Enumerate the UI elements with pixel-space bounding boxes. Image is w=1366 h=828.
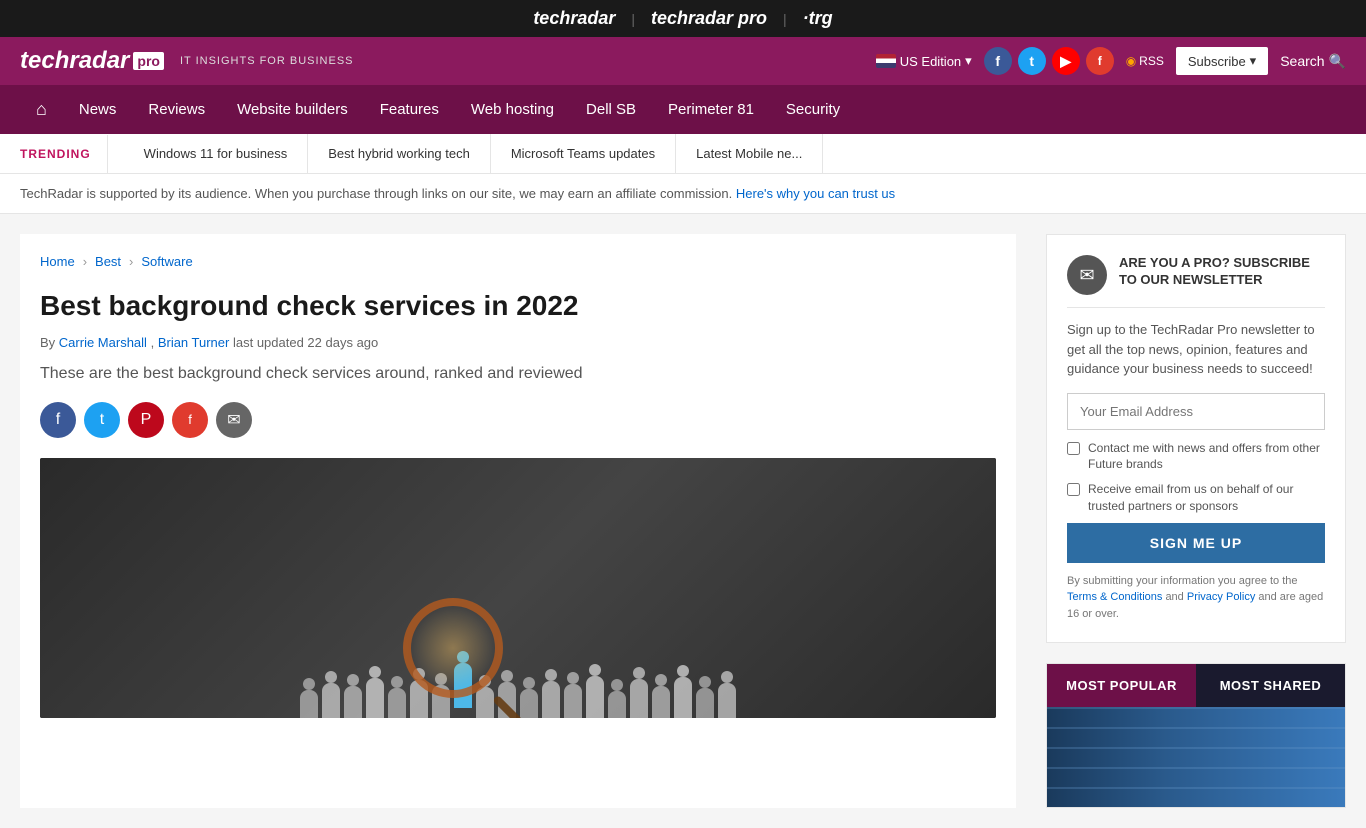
nav-item-features[interactable]: Features — [364, 87, 455, 132]
breadcrumb-best[interactable]: Best — [95, 254, 121, 269]
chevron-down-icon: ▾ — [965, 53, 972, 69]
checkbox-row-2: Receive email from us on behalf of our t… — [1067, 481, 1325, 515]
popular-featured-image — [1047, 707, 1345, 807]
hero-image — [40, 458, 996, 718]
trending-label: TRENDING — [20, 135, 108, 173]
trending-link-2[interactable]: Microsoft Teams updates — [491, 134, 676, 173]
share-pinterest-button[interactable]: P — [128, 402, 164, 438]
breadcrumb-sep-2: › — [129, 254, 133, 269]
main-nav: ⌂ News Reviews Website builders Features… — [0, 85, 1366, 134]
nav-item-security[interactable]: Security — [770, 87, 856, 132]
topbar-logo3[interactable]: ·trg — [803, 8, 833, 29]
rss-icon: ◉ — [1126, 54, 1136, 68]
header-left: techradar pro IT INSIGHTS FOR BUSINESS — [20, 47, 354, 75]
edition-button[interactable]: US Edition ▾ — [876, 53, 972, 69]
sign-up-button[interactable]: SIGN ME UP — [1067, 523, 1325, 563]
breadcrumb-software[interactable]: Software — [141, 254, 192, 269]
nav-item-web-hosting[interactable]: Web hosting — [455, 87, 570, 132]
trending-link-0[interactable]: Windows 11 for business — [124, 134, 309, 173]
nav-item-dell-sb[interactable]: Dell SB — [570, 87, 652, 132]
email-input[interactable] — [1067, 393, 1325, 430]
topbar-divider2: | — [783, 11, 787, 27]
breadcrumb: Home › Best › Software — [40, 254, 996, 269]
privacy-link[interactable]: Privacy Policy — [1187, 591, 1255, 603]
nav-item-reviews[interactable]: Reviews — [132, 87, 221, 132]
checkbox-partners[interactable] — [1067, 483, 1080, 496]
nav-item-website-builders[interactable]: Website builders — [221, 87, 364, 132]
header-right: US Edition ▾ f t ▶ f ◉ RSS Subscribe ▾ S… — [876, 47, 1346, 75]
flag-icon — [876, 54, 896, 68]
affiliate-notice: TechRadar is supported by its audience. … — [0, 174, 1366, 214]
nav-item-news[interactable]: News — [63, 87, 133, 132]
site-header: techradar pro IT INSIGHTS FOR BUSINESS U… — [0, 37, 1366, 85]
search-button[interactable]: Search 🔍 — [1280, 53, 1346, 70]
trending-link-1[interactable]: Best hybrid working tech — [308, 134, 491, 173]
top-bar: techradar | techradar pro | ·trg — [0, 0, 1366, 37]
nav-home[interactable]: ⌂ — [20, 85, 63, 134]
logo-pro: pro — [133, 52, 164, 70]
popular-box: MOST POPULAR MOST SHARED — [1046, 663, 1346, 808]
search-icon: 🔍 — [1329, 53, 1346, 70]
flipboard-icon[interactable]: f — [1086, 47, 1114, 75]
crowd-illustration — [40, 458, 996, 718]
social-share-bar: f t P f ✉ — [40, 402, 996, 438]
trending-link-3[interactable]: Latest Mobile ne... — [676, 134, 823, 173]
breadcrumb-home[interactable]: Home — [40, 254, 75, 269]
logo-text: techradar — [20, 47, 129, 75]
tab-most-popular[interactable]: MOST POPULAR — [1047, 664, 1196, 707]
site-logo[interactable]: techradar pro — [20, 47, 164, 75]
main-layout: Home › Best › Software Best background c… — [0, 214, 1366, 828]
terms-link[interactable]: Terms & Conditions — [1067, 591, 1162, 603]
article-title: Best background check services in 2022 — [40, 289, 996, 323]
nav-item-perimeter-81[interactable]: Perimeter 81 — [652, 87, 770, 132]
topbar-logo2[interactable]: techradar pro — [651, 8, 767, 29]
newsletter-header: ✉ ARE YOU A PRO? SUBSCRIBE TO OUR NEWSLE… — [1067, 255, 1325, 308]
popular-tabs: MOST POPULAR MOST SHARED — [1047, 664, 1345, 707]
checkbox-future-brands[interactable] — [1067, 442, 1080, 455]
newsletter-box: ✉ ARE YOU A PRO? SUBSCRIBE TO OUR NEWSLE… — [1046, 234, 1346, 643]
facebook-icon[interactable]: f — [984, 47, 1012, 75]
breadcrumb-sep-1: › — [83, 254, 87, 269]
share-twitter-button[interactable]: t — [84, 402, 120, 438]
magnifier-icon — [403, 598, 503, 698]
affiliate-link[interactable]: Here's why you can trust us — [736, 186, 895, 201]
author2-link[interactable]: Brian Turner — [158, 335, 230, 350]
sidebar: ✉ ARE YOU A PRO? SUBSCRIBE TO OUR NEWSLE… — [1046, 234, 1346, 808]
tab-most-shared[interactable]: MOST SHARED — [1196, 664, 1345, 707]
topbar-divider1: | — [631, 11, 635, 27]
subscribe-button[interactable]: Subscribe ▾ — [1176, 47, 1268, 75]
checkbox-row-1: Contact me with news and offers from oth… — [1067, 440, 1325, 474]
youtube-icon[interactable]: ▶ — [1052, 47, 1080, 75]
article-excerpt: These are the best background check serv… — [40, 362, 996, 386]
server-racks-illustration — [1047, 707, 1345, 807]
tagline: IT INSIGHTS FOR BUSINESS — [180, 55, 354, 67]
article-meta: By Carrie Marshall , Brian Turner last u… — [40, 335, 996, 350]
newsletter-title: ARE YOU A PRO? SUBSCRIBE TO OUR NEWSLETT… — [1119, 255, 1325, 289]
share-facebook-button[interactable]: f — [40, 402, 76, 438]
newsletter-email-icon: ✉ — [1067, 255, 1107, 295]
trending-bar: TRENDING Windows 11 for business Best hy… — [0, 134, 1366, 174]
share-flipboard-button[interactable]: f — [172, 402, 208, 438]
edition-label: US Edition — [900, 54, 961, 69]
newsletter-description: Sign up to the TechRadar Pro newsletter … — [1067, 320, 1325, 379]
content-area: Home › Best › Software Best background c… — [20, 234, 1016, 808]
share-email-button[interactable]: ✉ — [216, 402, 252, 438]
rss-label[interactable]: ◉ RSS — [1126, 54, 1164, 68]
social-icons-group: f t ▶ f — [984, 47, 1114, 75]
twitter-icon[interactable]: t — [1018, 47, 1046, 75]
chevron-down-icon: ▾ — [1250, 53, 1257, 69]
author1-link[interactable]: Carrie Marshall — [59, 335, 147, 350]
topbar-logo1[interactable]: techradar — [533, 8, 615, 29]
terms-text: By submitting your information you agree… — [1067, 573, 1325, 623]
